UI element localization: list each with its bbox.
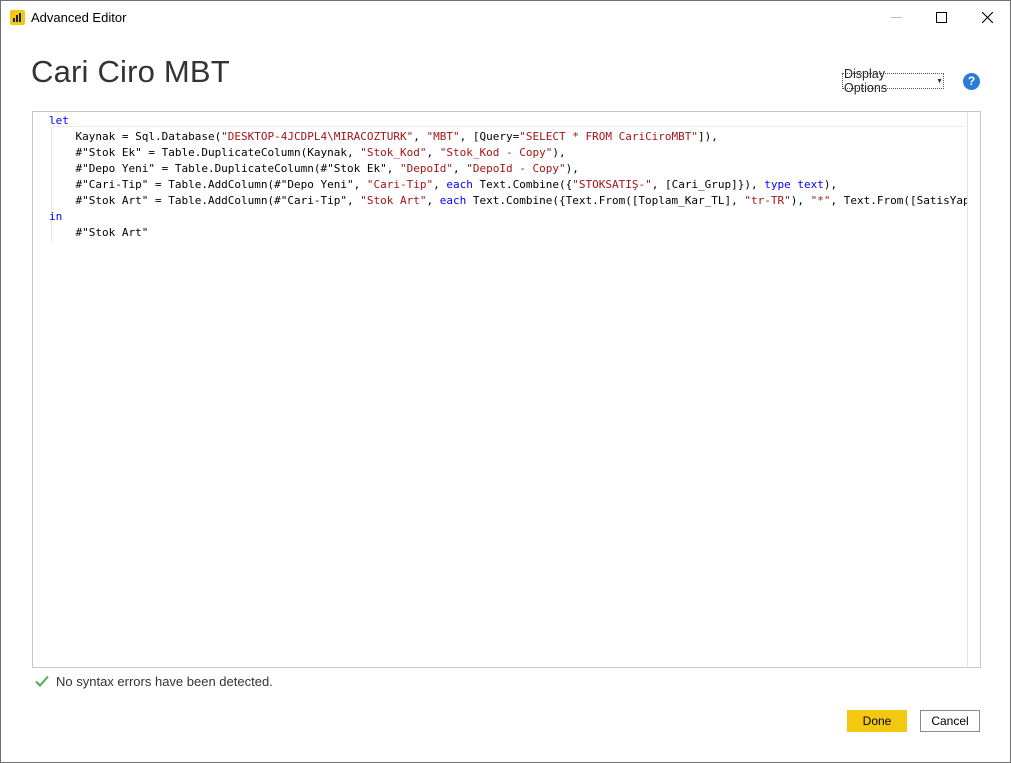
minimize-icon xyxy=(890,16,902,18)
code-line[interactable]: Kaynak = Sql.Database("DESKTOP-4JCDPL4\M… xyxy=(49,129,980,145)
code-token: #"Stok Art" = Table.AddColumn(#"Cari-Tip… xyxy=(49,194,361,207)
code-line[interactable]: #"Stok Ek" = Table.DuplicateColumn(Kayna… xyxy=(49,145,980,161)
code-keyword: in xyxy=(49,210,63,223)
window-title: Advanced Editor xyxy=(31,10,127,25)
code-string: "Stok Art" xyxy=(360,194,427,207)
code-token: #"Depo Yeni" = Table.DuplicateColumn(#"S… xyxy=(49,162,400,175)
close-icon xyxy=(981,11,993,23)
advanced-editor-window: Advanced Editor Cari Ciro MBT Display Op… xyxy=(0,0,1011,763)
display-options-label: Display Options xyxy=(844,67,888,95)
maximize-icon xyxy=(935,11,947,23)
power-bi-app-icon xyxy=(10,10,25,25)
maximize-button[interactable] xyxy=(918,1,964,33)
code-keyword: text xyxy=(797,178,824,191)
code-token: #"Stok Art" xyxy=(49,226,149,239)
code-line[interactable]: in xyxy=(49,209,980,225)
code-string: "*" xyxy=(810,194,831,207)
code-content[interactable]: let Kaynak = Sql.Database("DESKTOP-4JCDP… xyxy=(49,113,981,241)
code-line[interactable]: #"Cari-Tip" = Table.AddColumn(#"Depo Yen… xyxy=(49,177,980,193)
code-string: "Stok_Kod" xyxy=(360,146,427,159)
code-token: , xyxy=(426,146,440,159)
code-line[interactable]: #"Stok Art" = Table.AddColumn(#"Cari-Tip… xyxy=(49,193,981,209)
minimize-button[interactable] xyxy=(873,1,919,33)
code-keyword: let xyxy=(49,114,69,127)
cancel-button[interactable]: Cancel xyxy=(920,710,980,732)
code-token: , xyxy=(452,162,467,175)
code-keyword: each xyxy=(446,178,473,191)
code-keyword: type xyxy=(764,178,791,191)
code-token: Kaynak = Sql.Database( xyxy=(49,130,222,143)
code-token: ]), xyxy=(698,130,718,143)
code-token: ), xyxy=(565,162,579,175)
code-token: , xyxy=(426,194,440,207)
code-line[interactable]: #"Stok Art" xyxy=(49,225,980,241)
code-token: , Text.From([SatisYapan xyxy=(830,194,981,207)
query-name-title: Cari Ciro MBT xyxy=(31,54,230,89)
code-token: , [Query= xyxy=(459,130,520,143)
close-button[interactable] xyxy=(964,1,1010,33)
code-line[interactable]: let xyxy=(49,113,980,129)
display-options-dropdown[interactable]: Display Options ▼ xyxy=(842,67,944,95)
code-token: ), xyxy=(790,194,811,207)
code-string: "tr-TR" xyxy=(744,194,791,207)
code-string: "DepoId - Copy" xyxy=(466,162,566,175)
code-token: #"Cari-Tip" = Table.AddColumn(#"Depo Yen… xyxy=(49,178,367,191)
code-token: Text.Combine({ xyxy=(472,178,573,191)
code-token: , xyxy=(433,178,447,191)
code-string: "Stok_Kod - Copy" xyxy=(439,146,553,159)
done-button[interactable]: Done xyxy=(847,710,907,732)
help-icon[interactable]: ? xyxy=(963,73,980,90)
code-string: "Cari-Tip" xyxy=(366,178,434,191)
code-token: , [Cari_Grup]}), xyxy=(651,178,765,191)
code-token: ), xyxy=(552,146,566,159)
code-token: #"Stok Ek" = Table.DuplicateColumn(Kayna… xyxy=(49,146,361,159)
syntax-status: No syntax errors have been detected. xyxy=(35,672,273,690)
code-line[interactable]: #"Depo Yeni" = Table.DuplicateColumn(#"S… xyxy=(49,161,980,177)
code-token: ), xyxy=(823,178,838,191)
code-string: "DepoId" xyxy=(400,162,453,175)
editor-vertical-scrollbar[interactable] xyxy=(967,112,980,667)
code-keyword: each xyxy=(439,194,467,207)
code-string: "MBT" xyxy=(426,130,460,143)
chevron-down-icon: ▼ xyxy=(936,77,943,85)
code-string: "DESKTOP-4JCDPL4\MIRACOZTURK" xyxy=(221,130,414,143)
syntax-status-message: No syntax errors have been detected. xyxy=(56,673,273,689)
code-token: Text.Combine({Text.From([Toplam_Kar_TL], xyxy=(466,194,745,207)
code-string: "STOKSATIŞ-" xyxy=(572,178,652,191)
code-editor[interactable]: let Kaynak = Sql.Database("DESKTOP-4JCDP… xyxy=(32,111,981,668)
title-bar: Advanced Editor xyxy=(1,1,1010,33)
code-string: "SELECT * FROM CariCiroMBT" xyxy=(519,130,699,143)
checkmark-icon xyxy=(35,675,49,687)
code-token: , xyxy=(413,130,427,143)
